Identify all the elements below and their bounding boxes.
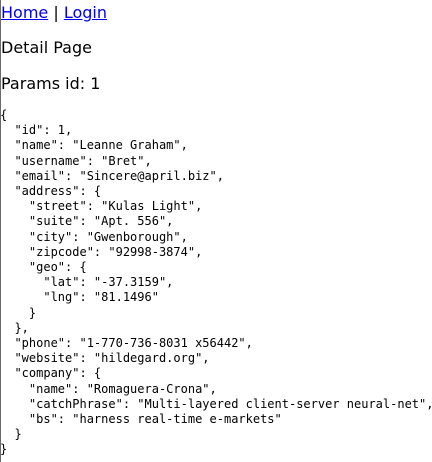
user-json-output: { "id": 1, "name": "Leanne Graham", "use… — [0, 108, 432, 457]
page-title: Detail Page — [1, 38, 92, 57]
home-link[interactable]: Home — [1, 3, 48, 22]
top-nav: Home | Login — [1, 4, 107, 22]
params-text: Params id: 1 — [1, 74, 101, 93]
login-link[interactable]: Login — [64, 3, 107, 22]
nav-separator: | — [48, 3, 64, 22]
